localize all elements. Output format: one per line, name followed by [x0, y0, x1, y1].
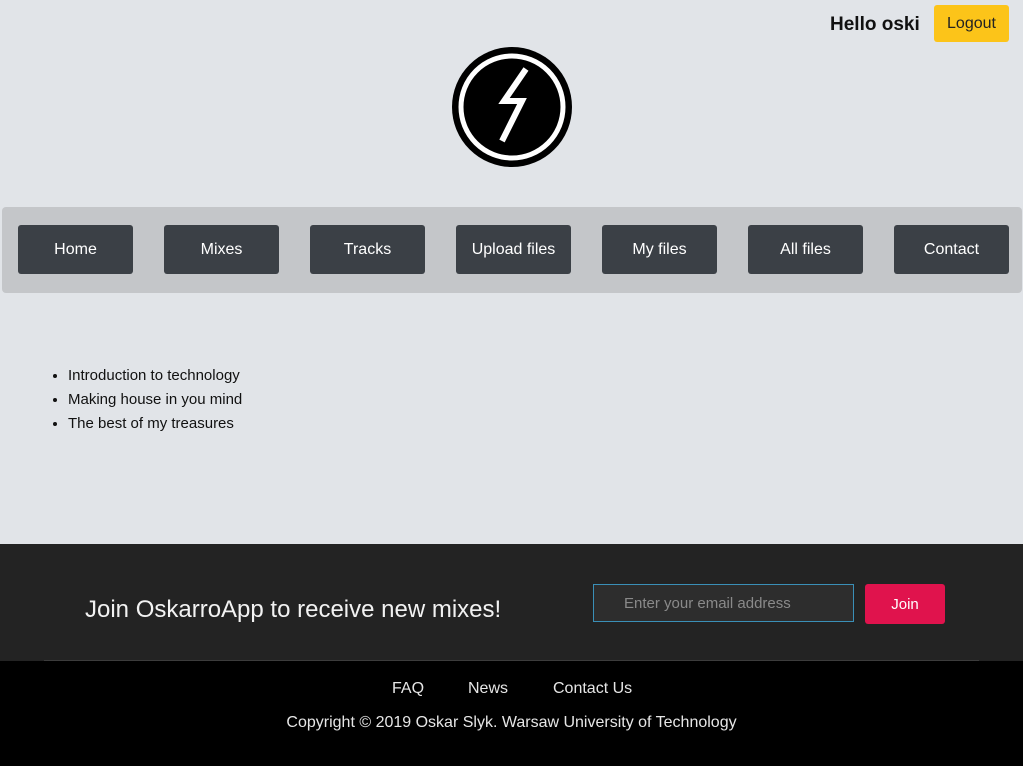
nav-my-files-button[interactable]: My files — [602, 225, 717, 274]
main-navbar: Home Mixes Tracks Upload files My files … — [2, 207, 1022, 293]
newsletter-section: Join OskarroApp to receive new mixes! Jo… — [0, 544, 1023, 661]
mix-list-item[interactable]: Making house in you mind — [68, 388, 242, 412]
email-input[interactable] — [593, 584, 854, 622]
footer-link-news[interactable]: News — [468, 680, 508, 698]
nav-mixes-button[interactable]: Mixes — [164, 225, 279, 274]
footer: FAQ News Contact Us Copyright © 2019 Osk… — [0, 661, 1023, 766]
join-button[interactable]: Join — [865, 584, 945, 624]
nav-all-files-button[interactable]: All files — [748, 225, 863, 274]
logout-button[interactable]: Logout — [934, 5, 1009, 42]
mix-list-item[interactable]: Introduction to technology — [68, 364, 242, 388]
mix-list: Introduction to technology Making house … — [20, 364, 242, 436]
lightning-bolt-logo-icon[interactable] — [452, 47, 572, 167]
footer-link-faq[interactable]: FAQ — [392, 680, 424, 698]
mix-list-item[interactable]: The best of my treasures — [68, 412, 242, 436]
greeting-text: Hello oski — [830, 14, 920, 35]
footer-link-contact-us[interactable]: Contact Us — [553, 680, 632, 698]
nav-home-button[interactable]: Home — [18, 225, 133, 274]
newsletter-title: Join OskarroApp to receive new mixes! — [85, 596, 502, 623]
nav-contact-button[interactable]: Contact — [894, 225, 1009, 274]
copyright-text: Copyright © 2019 Oskar Slyk. Warsaw Univ… — [286, 714, 737, 731]
nav-upload-files-button[interactable]: Upload files — [456, 225, 571, 274]
nav-tracks-button[interactable]: Tracks — [310, 225, 425, 274]
